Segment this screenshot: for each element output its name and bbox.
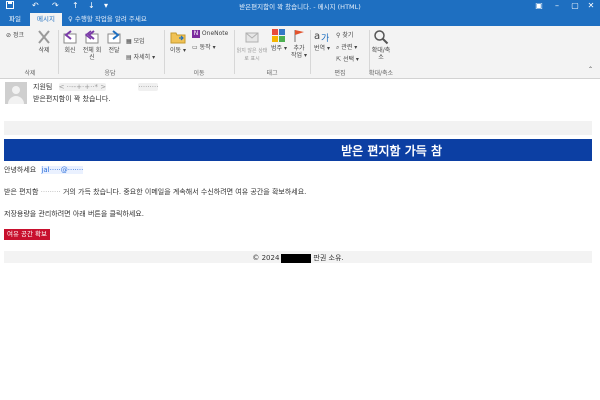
recipient-email-link[interactable]: jal·····@······· — [41, 166, 84, 174]
recipient[interactable]: ········· — [138, 83, 159, 91]
group-separator — [234, 30, 235, 74]
lightbulb-icon: ♀ — [68, 15, 73, 23]
reply-button[interactable]: 회신 — [60, 29, 80, 54]
collapse-ribbon-icon[interactable]: ⌃ — [588, 66, 593, 73]
footer: © 2024 판권 소유. — [4, 251, 592, 263]
tell-me-box[interactable]: ♀ 수행할 작업을 알려 주세요 — [68, 13, 147, 26]
onenote-button[interactable]: N OneNote — [192, 30, 228, 38]
sender-line: 지원팀 < ··--+·+··* > ········· — [33, 82, 159, 92]
mark-unread-button[interactable]: 읽지 않은 상태로 표시 — [236, 29, 268, 63]
ribbon-tabs: 파일 메시지 ♀ 수행할 작업을 알려 주세요 — [0, 12, 600, 26]
group-label-tags: 태그 — [266, 70, 278, 77]
chevron-down-icon: ▾ — [182, 47, 186, 54]
group-label-move: 이동 — [193, 70, 205, 77]
group-separator — [164, 30, 165, 74]
meeting-button[interactable]: ▦ 모임 — [126, 36, 145, 45]
message-header: 지원팀 < ··--+·+··* > ········· 받은편지함이 꽉 찼습… — [0, 79, 600, 114]
select-icon: ⇱ — [336, 56, 342, 63]
free-up-space-button[interactable]: 여유 공간 확보 — [4, 229, 51, 240]
greeting-line: 안녕하세요 jal·····@······· — [4, 166, 84, 174]
redacted-company — [281, 253, 312, 263]
chevron-down-icon: ▾ — [283, 45, 287, 52]
group-separator — [58, 30, 59, 74]
sender-email[interactable]: < ··--+·+··* > — [58, 83, 107, 91]
more-respond-button[interactable]: ▤ 자세히 ▾ — [126, 52, 155, 61]
group-label-delete: 삭제 — [24, 70, 36, 77]
minimize-button[interactable]: – — [548, 0, 566, 12]
move-folder-icon — [170, 32, 186, 44]
banner-title: 받은 편지함 가득 참 — [341, 144, 442, 158]
categorize-button[interactable]: 범주 ▾ — [270, 29, 288, 52]
find-button[interactable]: ⚲ 찾기 — [336, 30, 353, 39]
select-button[interactable]: ⇱ 선택 ▾ — [336, 54, 359, 63]
tab-file[interactable]: 파일 — [2, 13, 28, 26]
categorize-icon — [272, 29, 285, 42]
delete-button[interactable]: 삭제 — [34, 29, 54, 54]
blurred-address: ········· — [40, 188, 61, 196]
close-button[interactable]: ✕ — [582, 0, 600, 12]
ribbon-display-icon[interactable]: ▣ — [530, 0, 548, 12]
tab-message[interactable]: 메시지 — [30, 13, 62, 26]
top-band — [4, 121, 592, 135]
title-bar: ↶ ↷ ↑ ↓ ▾ 받은편지함이 꽉 찼습니다. - 메시지 (HTML) ▣ … — [0, 0, 600, 12]
chevron-down-icon: ▾ — [354, 44, 358, 51]
body-paragraph-1: 받은 편지함 ········· 거의 가득 찼습니다. 중요한 이메일을 계속… — [4, 188, 307, 196]
reply-icon — [63, 30, 77, 44]
group-label-respond: 응답 — [104, 70, 116, 77]
meeting-icon: ▦ — [126, 38, 132, 45]
forward-icon — [107, 30, 121, 44]
actions-button[interactable]: ▭ 동작 ▾ — [192, 42, 216, 51]
envelope-icon — [245, 32, 259, 43]
banner: 받은 편지함 가득 참 — [4, 139, 592, 161]
chevron-down-icon: ▾ — [326, 45, 330, 52]
forward-button[interactable]: 전달 — [104, 29, 124, 54]
delete-icon — [38, 30, 50, 44]
reply-all-button[interactable]: 전체 회신 — [82, 29, 102, 61]
outlook-message-window: ↶ ↷ ↑ ↓ ▾ 받은편지함이 꽉 찼습니다. - 메시지 (HTML) ▣ … — [0, 0, 600, 400]
translate-button[interactable]: a 가 번역 ▾ — [312, 29, 332, 52]
avatar — [5, 82, 27, 104]
related-icon: ⌕ — [336, 44, 340, 51]
translate-icon: a 가 — [314, 31, 329, 43]
chevron-down-icon: ▾ — [152, 54, 156, 61]
chevron-down-icon: ▾ — [212, 44, 216, 51]
sender-name[interactable]: 지원팀 — [33, 83, 52, 91]
find-icon: ⚲ — [336, 32, 341, 39]
reply-all-icon — [84, 30, 99, 44]
ignore-icon: ⊘ — [6, 32, 12, 39]
group-separator — [310, 30, 311, 74]
svg-text:a: a — [314, 31, 320, 42]
zoom-button[interactable]: 확대/축소 — [370, 29, 392, 61]
actions-icon: ▭ — [192, 44, 198, 51]
more-respond-icon: ▤ — [126, 54, 132, 61]
body-paragraph-2: 저장용량을 관리하려면 아래 버튼을 클릭하세요. — [4, 210, 144, 218]
message-subject: 받은편지함이 꽉 찼습니다. — [33, 95, 111, 103]
chevron-down-icon: ▾ — [355, 56, 359, 63]
group-label-editing: 편집 — [334, 70, 346, 77]
window-title: 받은편지함이 꽉 찼습니다. - 메시지 (HTML) — [239, 3, 361, 11]
flag-icon — [294, 30, 304, 42]
follow-up-button[interactable]: 추가 작업 ▾ — [290, 29, 308, 59]
ignore-button[interactable]: ⊘ 정크 — [6, 30, 24, 39]
move-button[interactable]: 이동 ▾ — [168, 29, 188, 54]
ribbon: ⊘ 정크 삭제 삭제 회신 전체 회신 전달 ▦ 모임 ▤ 자세히 ▾ 응답 이… — [0, 26, 600, 79]
onenote-icon: N — [192, 30, 200, 38]
email-body: 받은 편지함 가득 참 안녕하세요 jal·····@······· 받은 편지… — [0, 113, 600, 400]
group-label-zoom: 확대/축소 — [368, 70, 394, 77]
related-button[interactable]: ⌕ 관련 ▾ — [336, 42, 357, 52]
svg-text:가: 가 — [321, 33, 329, 43]
magnifier-icon — [374, 30, 389, 45]
chevron-down-icon: ▾ — [303, 52, 307, 59]
